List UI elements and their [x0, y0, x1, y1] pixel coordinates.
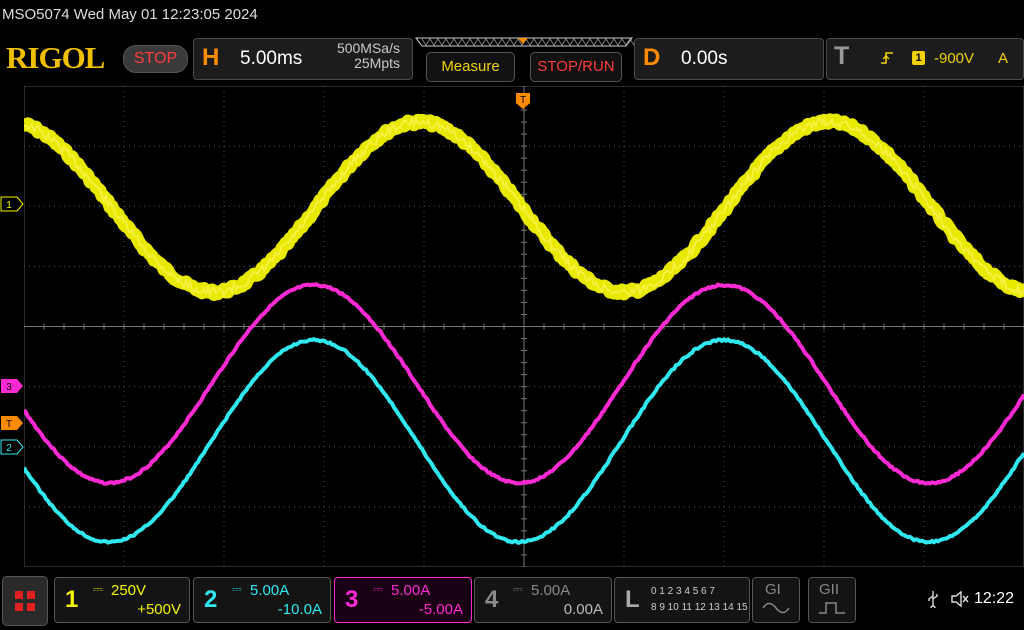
acquisition-info: 500MSa/s 25Mpts	[300, 41, 400, 71]
ch4-number: 4	[485, 586, 499, 613]
ch4-scale: 5.00A	[531, 582, 571, 599]
ch1-offset-marker[interactable]: 1	[0, 196, 24, 212]
trigger-position-marker[interactable]: T	[515, 92, 531, 110]
g2-label: GII	[819, 581, 840, 598]
trigger-panel[interactable]	[826, 38, 1024, 80]
trigger-label: T	[834, 42, 850, 70]
ch2-scale: 5.00A	[250, 582, 290, 599]
ch1-panel[interactable]: 1 ⎓ 250V +500V	[54, 577, 190, 623]
grid-menu-icon	[15, 591, 35, 611]
waveform-display[interactable]	[24, 86, 1024, 567]
generator-1-button[interactable]: GI	[752, 577, 800, 623]
ch3-scale: 5.00A	[391, 582, 431, 599]
ch1-offset: +500V	[137, 601, 181, 618]
stop-run-button[interactable]: STOP/RUN	[530, 52, 622, 82]
usb-icon	[928, 591, 938, 608]
ch1-scale: 250V	[111, 582, 147, 599]
ch2-panel[interactable]: 2 ⎓ 5.00A -10.0A	[193, 577, 331, 623]
ch4-offset: 0.00A	[563, 601, 603, 618]
logic-label: L	[625, 586, 640, 613]
delay-value: 0.00s	[681, 48, 728, 69]
trigger-source: 1	[912, 51, 925, 65]
ch3-number: 3	[345, 586, 359, 613]
ch3-offset-marker[interactable]: 3	[0, 378, 24, 394]
ch2-number: 2	[204, 586, 218, 613]
ch4-panel[interactable]: 4 ⎓ 5.00A 0.00A	[474, 577, 612, 623]
dc-coupling-icon: ⎓	[513, 582, 523, 596]
logic-analyzer-panel[interactable]: L 0 1 2 3 4 5 6 7 8 9 10 11 12 13 14 15	[614, 577, 750, 623]
sample-rate: 500MSa/s	[336, 40, 400, 56]
ch1-number: 1	[65, 586, 79, 613]
dc-coupling-icon: ⎓	[373, 582, 383, 596]
ch2-offset: -10.0A	[277, 601, 322, 618]
run-state-badge[interactable]: STOP	[123, 45, 188, 73]
svg-text:T: T	[520, 95, 526, 106]
model-datetime: MSO5074 Wed May 01 12:23:05 2024	[2, 6, 258, 23]
memory-position-bar	[415, 37, 634, 47]
delay-label: D	[643, 44, 661, 71]
g1-label: GI	[765, 581, 781, 598]
dc-coupling-icon: ⎓	[93, 582, 103, 596]
logic-bits-high: 8 9 10 11 12 13 14 15	[651, 602, 748, 613]
svg-text:3: 3	[6, 382, 12, 393]
logic-bits-low: 0 1 2 3 4 5 6 7	[651, 586, 715, 597]
rigol-logo: RIGOL	[6, 40, 105, 75]
dc-coupling-icon: ⎓	[232, 582, 242, 596]
system-clock: 12:22	[974, 590, 1015, 607]
ch3-panel[interactable]: 3 ⎓ 5.00A -5.00A	[334, 577, 472, 623]
svg-text:T: T	[6, 419, 12, 430]
trigger-mode: A	[998, 50, 1009, 67]
timebase-value: 5.00ms	[240, 48, 303, 69]
ch3-offset: -5.00A	[418, 601, 463, 618]
trigger-level-marker[interactable]: T	[0, 415, 24, 431]
delay-panel[interactable]	[634, 38, 824, 80]
generator-2-button[interactable]: GII	[808, 577, 856, 623]
rising-edge-icon	[881, 52, 893, 64]
sine-wave-icon	[762, 602, 790, 614]
ch2-offset-marker[interactable]: 2	[0, 439, 24, 455]
measure-button[interactable]: Measure	[426, 52, 515, 82]
horizontal-label: H	[202, 44, 220, 71]
status-line: MSO5074 Wed May 01 12:23:05 2024	[0, 0, 1024, 32]
memory-depth: 25Mpts	[354, 55, 400, 71]
square-wave-icon	[819, 602, 845, 614]
speaker-muted-icon[interactable]	[950, 590, 970, 608]
trigger-level: -900V	[934, 50, 975, 67]
main-menu-button[interactable]	[2, 576, 48, 626]
svg-text:1: 1	[6, 200, 12, 211]
svg-text:2: 2	[6, 443, 12, 454]
